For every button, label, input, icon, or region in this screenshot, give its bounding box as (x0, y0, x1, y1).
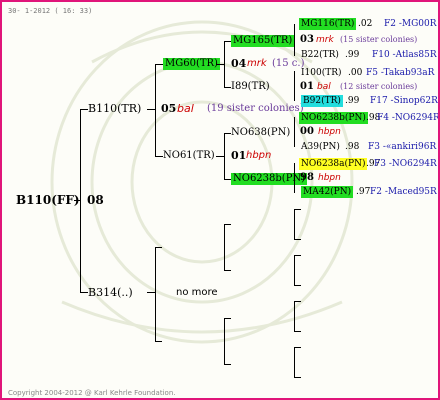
gf-top-connector (155, 64, 163, 65)
right-row-3-link[interactable]: F10 -Atlas85R (372, 49, 437, 61)
gm-down (224, 179, 231, 180)
gm-tick (216, 156, 224, 157)
ggm1-name[interactable]: I89(TR) (231, 81, 270, 93)
r-bracket-3 (294, 117, 295, 147)
right-row-9-year: .98 (345, 142, 360, 152)
ggm2-name[interactable]: NO6238b(PN) (231, 173, 308, 185)
right-row-1-link[interactable]: F2 -MG00R (384, 18, 437, 30)
mother-connector (80, 292, 88, 293)
right-row-2-breeder: mrk (316, 35, 334, 45)
r-bracket-1 (294, 24, 295, 56)
mother-name[interactable]: B314(..) (88, 287, 133, 299)
gf-up (224, 41, 231, 42)
right-row-4-name[interactable]: I100(TR) (301, 67, 342, 79)
gm-bracket (224, 133, 225, 179)
r-bracket-2 (294, 71, 295, 101)
father-breeder: bal (177, 102, 194, 115)
right-row-3-year: .99 (345, 50, 360, 60)
right-row-7-link[interactable]: F4 -NO6294R (377, 112, 438, 124)
father-name[interactable]: B110(TR) (88, 103, 141, 115)
gm-mid-year: 01 (231, 149, 247, 162)
timestamp: 30- 1-2012 ( 16: 33) (8, 7, 93, 15)
gm-name[interactable]: NO61(TR) (163, 150, 215, 162)
right-row-2-note: (15 sister colonies) (340, 35, 418, 44)
father-bracket (155, 64, 156, 156)
right-row-9-link[interactable]: F3 -«ankiri96R (368, 141, 436, 153)
right-row-8-breeder: hbpn (318, 127, 341, 137)
right-row-1-year: .02 (358, 19, 373, 29)
right-row-2-year: 03 (300, 34, 314, 45)
right-row-6-link[interactable]: F17 -Sinop62R (370, 95, 438, 107)
right-row-10-name[interactable]: NO6238a(PN) (299, 158, 368, 170)
right-row-1-name[interactable]: MG116(TR) (299, 18, 357, 30)
copyright: Copyright 2004-2012 @ Karl Kehrle Founda… (8, 389, 176, 397)
right-row-12-year: .97 (356, 187, 371, 197)
right-row-6-name[interactable]: B92(TR) (301, 95, 343, 107)
right-row-9-name[interactable]: A39(PN) (301, 141, 340, 153)
right-row-12-name[interactable]: MA42(PN) (301, 186, 354, 198)
right-row-5-year: 01 (300, 81, 314, 92)
root-queen[interactable]: B110(FF) (16, 194, 80, 206)
right-row-5-note: (12 sister colonies) (340, 82, 418, 91)
right-row-5-breeder: bal (317, 82, 331, 92)
father-note: (19 sister colonies) (207, 103, 304, 114)
gf-mid-note: (15 c.) (272, 58, 305, 69)
right-row-6-year: .99 (345, 96, 360, 106)
pedigree-frame: 30- 1-2012 ( 16: 33) B110(FF) 08 B110(TR… (0, 0, 440, 400)
right-row-4-year: .00 (348, 68, 363, 78)
root-bracket (80, 109, 81, 293)
father-connector (80, 109, 88, 110)
right-row-11-year: 98 (300, 172, 314, 183)
gm-up (224, 133, 231, 134)
right-row-12-link[interactable]: F2 -Maced95R (370, 186, 437, 198)
right-row-7-name[interactable]: NO6238b(PN) (299, 112, 368, 124)
right-row-10-link[interactable]: F3 -NO6294R (374, 158, 437, 170)
right-row-4-link[interactable]: F5 -Takab93aR (366, 67, 434, 79)
root-year: 08 (87, 193, 104, 207)
right-row-8-year: 00 (300, 126, 314, 137)
father-year: 05 (161, 102, 177, 115)
right-row-11-breeder: hbpn (318, 173, 341, 183)
gf-mid-year: 04 (231, 57, 247, 70)
ggf1-name[interactable]: MG165(TR) (231, 35, 295, 47)
right-row-3-name[interactable]: B22(TR) (301, 49, 339, 61)
gf-name[interactable]: MG60(TR) (163, 58, 220, 70)
gf-bracket (224, 41, 225, 87)
father-tick (147, 109, 155, 110)
r-bracket-4 (294, 163, 295, 193)
root-tick (74, 200, 81, 201)
gm-top-connector (155, 156, 163, 157)
ggf2-name[interactable]: NO638(PN) (231, 127, 290, 139)
gf-tick (216, 64, 224, 65)
gf-mid-breeder: mrk (247, 58, 267, 69)
mother-note: no more (176, 287, 218, 298)
gf-down (224, 87, 231, 88)
gm-mid-breeder: hbpn (246, 150, 272, 161)
